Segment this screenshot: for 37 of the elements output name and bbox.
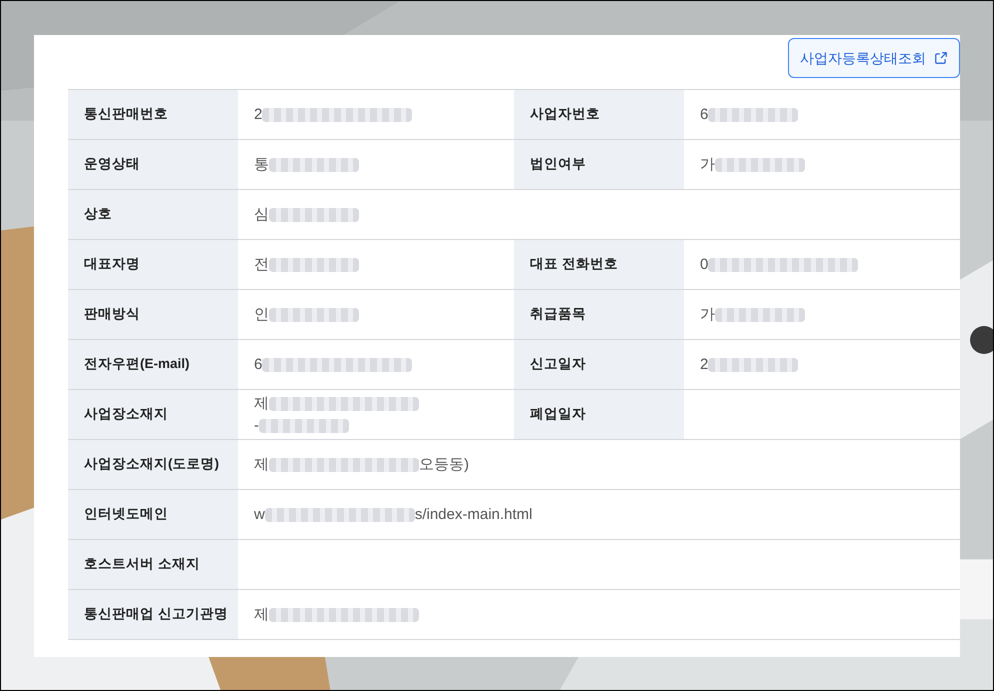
value-text: 가 xyxy=(700,304,715,324)
value-text: 0 xyxy=(700,254,708,274)
field-label: 호스트서버 소재지 xyxy=(84,555,200,574)
value-text: 인 xyxy=(254,304,269,324)
business-status-lookup-button[interactable]: 사업자등록상태조회 xyxy=(788,38,960,78)
value-text: 제 xyxy=(254,604,269,624)
field-label: 인터넷도메인 xyxy=(84,505,168,524)
value-text: 심 xyxy=(254,204,269,224)
field-label: 상호 xyxy=(84,205,112,224)
value-text: 전 xyxy=(254,254,269,274)
field-label: 법인여부 xyxy=(530,155,586,174)
value-text: w xyxy=(254,504,265,524)
field-label: 신고일자 xyxy=(530,355,586,374)
field-label: 통신판매업 신고기관명 xyxy=(84,605,228,624)
field-label: 운영상태 xyxy=(84,155,140,174)
field-label: 폐업일자 xyxy=(530,405,586,424)
value-text: 6 xyxy=(700,104,708,124)
field-label: 사업장소재지 xyxy=(84,405,168,424)
field-label: 전자우편(E-mail) xyxy=(84,355,190,374)
external-link-icon xyxy=(934,51,948,65)
value-text: - xyxy=(254,416,259,436)
value-text: 가 xyxy=(700,154,715,174)
field-label: 대표 전화번호 xyxy=(530,255,618,274)
field-label: 취급품목 xyxy=(530,305,586,324)
field-label: 사업자번호 xyxy=(530,105,600,124)
field-label: 판매방식 xyxy=(84,305,140,324)
value-text: 제 xyxy=(254,454,269,474)
value-text: 오등동) xyxy=(419,454,469,474)
value-text: s/index-main.html xyxy=(414,504,532,524)
field-label: 통신판매번호 xyxy=(84,105,168,124)
value-text: 제 xyxy=(254,394,269,414)
field-label: 대표자명 xyxy=(84,255,140,274)
value-text: 2 xyxy=(700,354,708,374)
field-label: 사업장소재지(도로명) xyxy=(84,455,219,474)
value-text: 6 xyxy=(254,354,262,374)
value-text: 2 xyxy=(254,104,262,124)
value-text: 통 xyxy=(254,154,269,174)
